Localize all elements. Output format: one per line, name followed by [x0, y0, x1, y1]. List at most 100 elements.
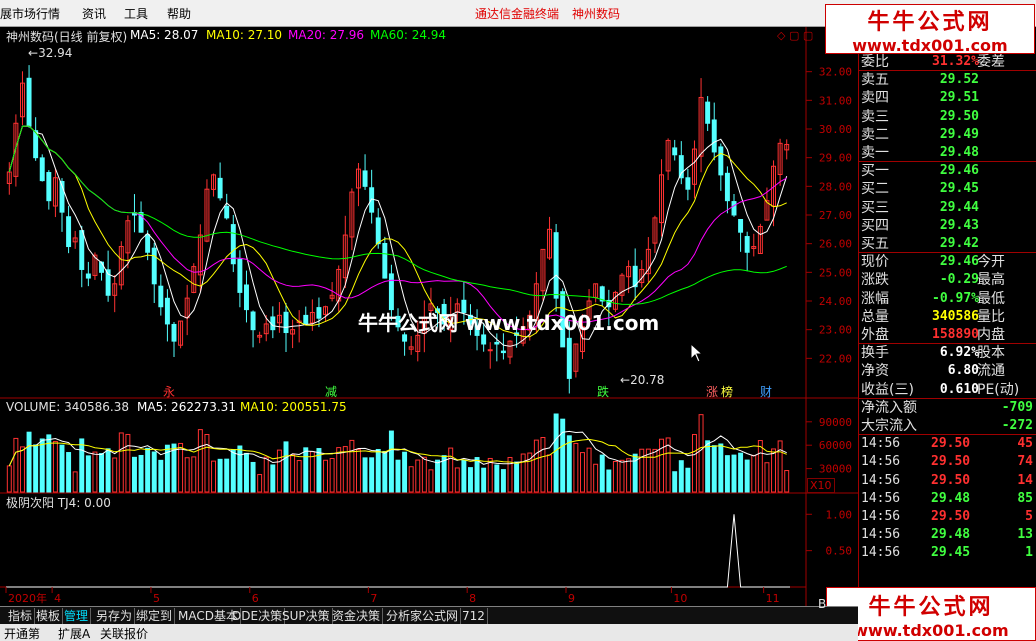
event-marker-2[interactable]: 减 [325, 383, 337, 400]
price-tick-label: 28.00 [819, 180, 852, 193]
date-tick-label: 10 [673, 592, 687, 605]
tick-price: 29.50 [931, 472, 971, 488]
candle-body [553, 232, 559, 299]
indicator-signal-line [6, 514, 790, 588]
menu-tools[interactable]: 工具 [124, 5, 148, 22]
ma20-label: MA20: 27.96 [288, 28, 365, 42]
volume-bar [678, 460, 684, 493]
volume-bar [448, 447, 454, 493]
stat-label: 涨跌 [861, 272, 889, 289]
window-stock-title: 神州数码 [572, 7, 621, 21]
ask-label: 卖二 [861, 126, 889, 143]
indicator-tick-label: 0.50 [826, 545, 853, 558]
event-marker-6[interactable]: 财 [760, 383, 772, 400]
tab-7[interactable]: DDE决策 [230, 608, 286, 624]
chart-area[interactable]: 32.00 31.00 30.00 29.00 28.00 27.00 26.00 25.00… [0, 27, 858, 607]
window-controls[interactable]: ◇ ▢ ▢ [777, 29, 813, 42]
terminal-title: 通达信金融终端 [475, 7, 560, 21]
tab-1[interactable]: 指标 [6, 608, 36, 624]
stat-value: 29.46 [939, 254, 979, 270]
candle-body [685, 177, 691, 190]
tick-volume: 14 [1017, 472, 1033, 488]
tab-9[interactable]: 资金决策 [330, 608, 384, 624]
weibi-label: 委比 [861, 54, 889, 70]
tick-row: 14:56 29.50 14 [859, 472, 1036, 490]
volume-bar [283, 441, 289, 493]
volume-bar [454, 467, 460, 493]
volume-bar [13, 437, 19, 493]
price-tick-label: 32.00 [819, 66, 852, 79]
volume-bar [26, 431, 32, 493]
bid-label: 买三 [861, 199, 889, 216]
candle-body [494, 341, 500, 345]
stat-right-label: 最高 [977, 272, 1005, 289]
candle-body [171, 323, 177, 342]
candle-body [158, 285, 164, 308]
candle-body [26, 77, 32, 127]
tick-row: 14:56 29.50 74 [859, 453, 1036, 471]
candle-body [46, 172, 52, 202]
volume-label: VOLUME: 340586.38 [6, 400, 129, 414]
tick-volume: 74 [1017, 454, 1033, 470]
stat2-row: 净资 6.80 流通 [859, 362, 1036, 380]
stat2-row: 换手 6.92% 股本 [859, 344, 1036, 362]
candle-body [283, 311, 289, 334]
event-marker-5[interactable]: 榜 [721, 383, 733, 400]
candle-body [711, 119, 717, 153]
bottom-item-1[interactable]: 开通第 [4, 625, 40, 641]
volume-tick-label: 60000 [819, 439, 852, 452]
volume-bar [191, 456, 197, 493]
volume-tick-label: 90000 [819, 416, 852, 429]
ask-row: 卖三 29.50 [859, 108, 1036, 126]
tab-2[interactable]: 模板 [34, 608, 64, 624]
stat2-value: 6.80 [947, 363, 979, 379]
candle-body [316, 307, 322, 319]
tab-3[interactable]: 管理 [62, 608, 92, 624]
date-tick-label: 11 [766, 592, 780, 605]
candle-body [164, 297, 170, 325]
tick-time: 14:56 [861, 509, 901, 524]
logo-bottom-name: 牛牛公式网 [868, 593, 994, 620]
stat2-right-label: PE(动) [977, 381, 1020, 398]
volume-ma5-label: MA5: 262273.31 [137, 400, 236, 414]
volume-bar [197, 429, 203, 493]
event-marker-1[interactable]: 永 [163, 383, 175, 400]
price-tick-label: 31.00 [819, 94, 852, 107]
logo-top-url: www.tdx001.com [852, 35, 1008, 55]
candle-body [375, 217, 381, 245]
event-marker-4[interactable]: 涨 [706, 383, 718, 400]
right-edge-label: B [818, 597, 827, 611]
price-tick-label: 24.00 [819, 295, 852, 308]
volume-bar [764, 462, 770, 493]
stat2-label: 收益(三) [861, 381, 914, 398]
x10-button[interactable]: X10 [807, 478, 835, 493]
bottom-item-3[interactable]: 关联报价 [100, 625, 148, 641]
candle-body [382, 242, 388, 279]
menu-help[interactable]: 帮助 [167, 5, 191, 22]
tab-5[interactable]: 绑定到 [134, 608, 176, 624]
bottom-item-2[interactable]: 扩展A [58, 625, 90, 641]
volume-bar [402, 451, 408, 493]
volume-bar [72, 471, 78, 493]
tab-8[interactable]: SUP决策 [280, 608, 333, 624]
volume-ma10-label: MA10: 200551.75 [240, 400, 347, 414]
volume-bar [724, 455, 730, 493]
event-marker-3[interactable]: 跌 [597, 383, 609, 400]
date-tick-label: 6 [252, 592, 259, 605]
weibi-value: 31.32% [932, 54, 979, 69]
menu-market[interactable]: 展市场行情 [0, 5, 60, 22]
volume-bar [540, 437, 546, 493]
volume-bar [131, 456, 137, 493]
ask-label: 卖一 [861, 145, 889, 161]
menu-news[interactable]: 资讯 [82, 5, 106, 22]
tab-11[interactable]: 712 [460, 608, 488, 624]
ask-row: 卖一 29.48 [859, 144, 1036, 162]
indicator-tick-label: 1.00 [826, 508, 853, 521]
volume-bar [125, 433, 131, 493]
volume-bar [520, 453, 526, 493]
volume-bar [514, 461, 520, 493]
tab-4[interactable]: 另存为 [94, 608, 136, 624]
volume-bar [599, 454, 605, 493]
tab-10[interactable]: 分析家公式网 [384, 608, 462, 624]
volume-bar [771, 448, 777, 493]
